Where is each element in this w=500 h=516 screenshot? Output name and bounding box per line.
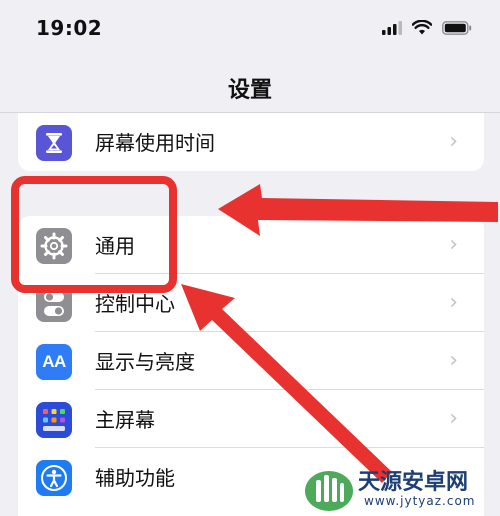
chevron-right-icon: › [449, 406, 458, 431]
settings-row-label: 辅助功能 [95, 466, 175, 490]
status-time: 19:02 [36, 16, 103, 40]
chevron-right-icon: › [449, 348, 458, 373]
settings-row-label: 主屏幕 [95, 408, 155, 432]
toggles-icon [36, 286, 72, 322]
settings-row-control-center[interactable]: 控制中心 › [18, 274, 484, 332]
battery-icon [442, 20, 472, 35]
settings-row-label: 显示与亮度 [95, 350, 195, 374]
text-size-glyph: AA [42, 352, 66, 371]
accessibility-icon [36, 460, 72, 496]
page-title: 设置 [227, 78, 272, 103]
status-bar: 19:02 [0, 0, 500, 58]
wifi-icon [412, 20, 432, 35]
gear-icon [36, 228, 72, 264]
watermark: 天源安卓网 www.jytyaz.com [300, 462, 500, 516]
chevron-right-icon: › [449, 129, 458, 154]
status-icons [382, 20, 472, 35]
settings-row-label: 控制中心 [95, 292, 175, 316]
chevron-right-icon: › [449, 290, 458, 315]
cellular-signal-icon [382, 20, 402, 35]
watermark-logo-icon [305, 471, 353, 511]
chevron-right-icon: › [449, 232, 458, 257]
settings-group-screen-time: 屏幕使用时间 › [18, 113, 484, 171]
settings-row-display-brightness[interactable]: AA 显示与亮度 › [18, 332, 484, 390]
settings-row-screen-time[interactable]: 屏幕使用时间 › [18, 113, 484, 171]
settings-row-general[interactable]: 通用 › [18, 216, 484, 274]
settings-row-label: 通用 [95, 234, 135, 258]
home-grid-icon [36, 402, 72, 438]
watermark-text: 天源安卓网 [358, 470, 469, 495]
text-size-icon: AA [36, 344, 72, 380]
settings-row-label: 屏幕使用时间 [95, 131, 215, 155]
hourglass-icon [36, 125, 72, 161]
settings-row-home-screen[interactable]: 主屏幕 › [18, 390, 484, 448]
watermark-url: www.jytyaz.com [364, 494, 476, 508]
